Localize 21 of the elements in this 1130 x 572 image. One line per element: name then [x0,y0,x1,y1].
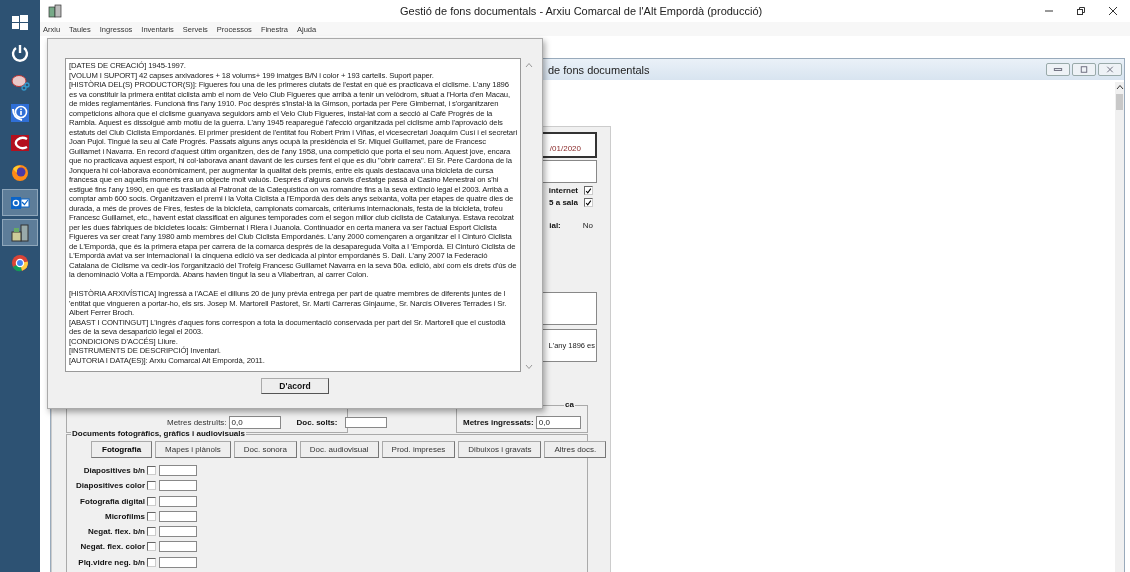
field-label: Negat. flex. color [79,542,145,552]
field-value: No [582,221,593,230]
field-label: Diapositives color [75,481,145,491]
field-label: Negat. flex. b/n [87,527,145,537]
field-label: Microfilms [104,511,145,521]
field-value: 0,0 [231,418,243,427]
field-label: Metres ingressats: [463,418,534,427]
group-title: ca [564,400,575,409]
field-label: Plq.vidre neg. b/n [77,557,145,567]
field-label: Fotografia digital [79,496,145,506]
field-label: Doc. solts: [296,418,338,427]
field-value: 0,0 [538,418,550,427]
child-window-title: de fons documentals [548,63,650,76]
field-label: ial: [549,221,561,230]
field-label: Metres destruïts: [167,418,227,427]
date-value: /01/2020 [549,144,581,153]
group-title: Documents fotogràfics, gràfics i audiovisuals [71,429,246,438]
field-label: internet [548,186,578,195]
field-label: Diapositives b/n [82,466,145,475]
window-title: Gestió de fons documentals - Arxiu Comarcal de l'Alt Empordà (producció) [400,5,763,17]
field-label: 5 a sala [549,198,578,207]
